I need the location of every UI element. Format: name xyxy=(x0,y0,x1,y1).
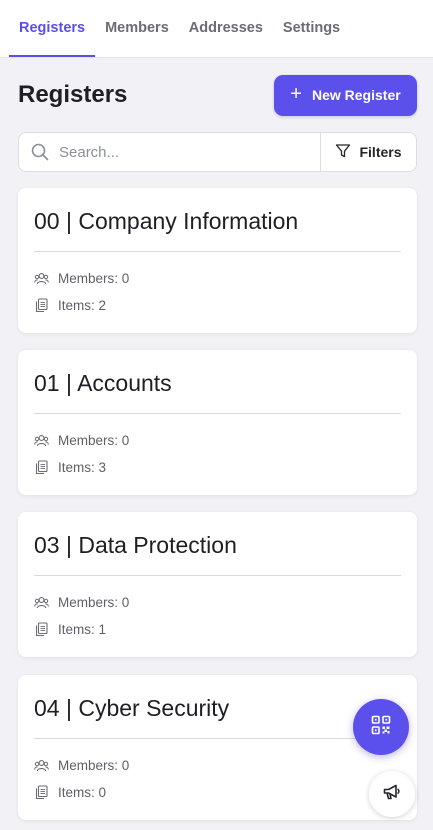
register-items: Items: 2 xyxy=(34,298,401,313)
items-count: Items: 0 xyxy=(58,785,107,800)
items-count: Items: 2 xyxy=(58,298,107,313)
page-title: Registers xyxy=(18,81,128,108)
members-count: Members: 0 xyxy=(58,758,130,773)
tab-settings[interactable]: Settings xyxy=(273,0,350,57)
register-title: 04 | Cyber Security xyxy=(34,675,401,739)
users-icon xyxy=(34,758,49,773)
register-items: Items: 3 xyxy=(34,460,401,475)
filter-icon xyxy=(335,143,351,162)
qr-scan-button[interactable] xyxy=(353,699,409,755)
register-card[interactable]: 03 | Data Protection Members: 0 Items: 1 xyxy=(18,512,417,657)
search-icon xyxy=(31,143,49,161)
megaphone-icon xyxy=(382,782,402,807)
qr-code-icon xyxy=(371,715,391,740)
members-count: Members: 0 xyxy=(58,271,130,286)
members-count: Members: 0 xyxy=(58,595,130,610)
filters-label: Filters xyxy=(359,144,402,160)
files-icon xyxy=(34,298,49,313)
filters-button[interactable]: Filters xyxy=(320,133,416,171)
register-title: 01 | Accounts xyxy=(34,350,401,414)
register-items: Items: 1 xyxy=(34,622,401,637)
new-register-button[interactable]: + New Register xyxy=(274,74,417,116)
users-icon xyxy=(34,433,49,448)
register-members: Members: 0 xyxy=(34,433,401,448)
register-card[interactable]: 04 | Cyber Security Members: 0 Items: 0 xyxy=(18,675,417,820)
register-title: 03 | Data Protection xyxy=(34,512,401,576)
search-field[interactable] xyxy=(19,133,320,171)
users-icon xyxy=(34,595,49,610)
register-title: 00 | Company Information xyxy=(34,188,401,252)
items-count: Items: 3 xyxy=(58,460,107,475)
tab-bar: Registers Members Addresses Settings xyxy=(0,0,433,58)
register-card[interactable]: 00 | Company Information Members: 0 Item… xyxy=(18,188,417,333)
page-header: Registers + New Register xyxy=(18,74,417,116)
tab-members[interactable]: Members xyxy=(95,0,179,57)
search-bar: Filters xyxy=(18,132,417,172)
files-icon xyxy=(34,785,49,800)
users-icon xyxy=(34,271,49,286)
feedback-button[interactable] xyxy=(369,771,415,817)
members-count: Members: 0 xyxy=(58,433,130,448)
plus-icon: + xyxy=(290,83,302,105)
register-members: Members: 0 xyxy=(34,595,401,610)
files-icon xyxy=(34,622,49,637)
tab-addresses[interactable]: Addresses xyxy=(179,0,273,57)
register-card[interactable]: 01 | Accounts Members: 0 Items: 3 xyxy=(18,350,417,495)
new-register-label: New Register xyxy=(311,87,401,103)
tab-registers[interactable]: Registers xyxy=(9,0,96,57)
register-members: Members: 0 xyxy=(34,271,401,286)
register-items: Items: 0 xyxy=(34,785,401,800)
register-members: Members: 0 xyxy=(34,758,401,773)
search-input[interactable] xyxy=(59,143,289,161)
files-icon xyxy=(34,460,49,475)
items-count: Items: 1 xyxy=(58,622,107,637)
